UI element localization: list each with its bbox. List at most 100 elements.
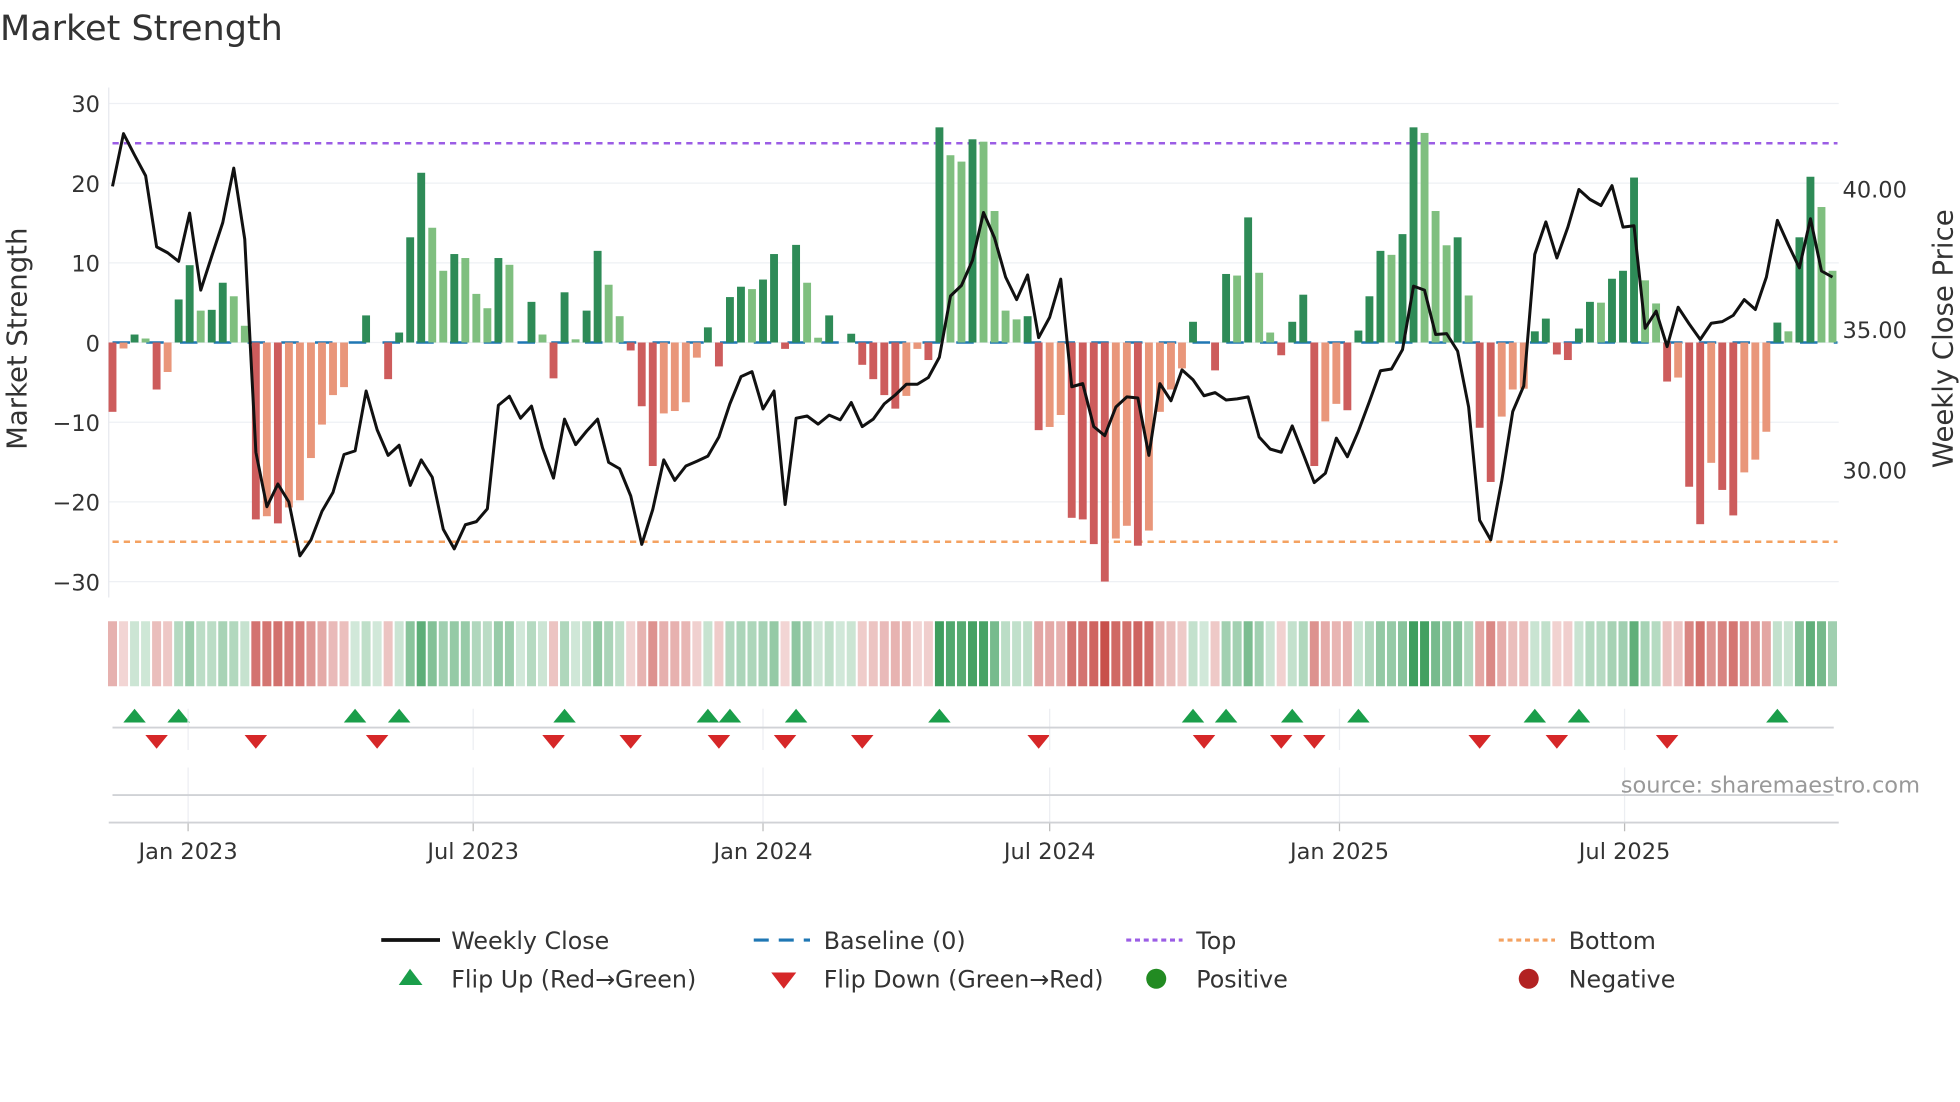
legend-item-positive: Positive	[1146, 966, 1288, 994]
strength-bar	[637, 342, 646, 407]
heat-cell	[934, 621, 944, 687]
heat-cell	[1761, 621, 1771, 687]
strength-bar	[1244, 217, 1253, 343]
strength-bar	[1608, 278, 1616, 343]
strength-bar	[218, 282, 227, 343]
strength-bar	[748, 289, 756, 343]
strength-bar	[505, 264, 514, 343]
strength-bar	[163, 342, 172, 372]
heat-cell	[218, 621, 228, 687]
strength-bar	[1685, 342, 1694, 487]
flip-up-marker	[718, 708, 742, 723]
heat-cell	[1320, 621, 1330, 687]
heat-cell	[890, 621, 900, 687]
strength-bar	[1442, 245, 1451, 343]
heat-cell	[1552, 621, 1562, 687]
strength-bar	[1806, 176, 1815, 343]
heat-cell	[1122, 621, 1132, 687]
heat-cell	[571, 621, 581, 687]
y2-tick-label: 40.00	[1843, 177, 1907, 203]
heat-cell	[1254, 621, 1264, 687]
heat-cell	[1089, 621, 1099, 687]
x-tick-label: Jul 2024	[1002, 839, 1096, 865]
heat-cell	[1442, 621, 1452, 687]
strength-bar	[957, 161, 966, 343]
heat-cell	[1453, 621, 1463, 687]
strength-bar	[692, 342, 701, 358]
strength-bar	[792, 244, 801, 343]
strength-bar	[329, 342, 337, 396]
heat-cell	[141, 621, 151, 687]
heat-cell	[549, 621, 559, 687]
strength-bar	[141, 338, 150, 343]
heat-cell	[1210, 621, 1220, 687]
heat-cell	[394, 621, 404, 687]
heat-cell	[1684, 621, 1694, 687]
flip-up-marker	[343, 708, 367, 723]
flip-up-marker	[1347, 708, 1370, 723]
strength-bar	[593, 250, 602, 343]
y-tick-label: 20	[71, 172, 100, 198]
strength-bar	[483, 308, 492, 343]
strength-bar	[494, 258, 503, 343]
strength-bar	[781, 342, 790, 349]
strength-bar	[1343, 342, 1352, 411]
heat-cell	[1607, 621, 1617, 687]
heat-cell	[526, 621, 536, 687]
strength-bar	[582, 310, 591, 343]
strength-bar	[1111, 342, 1120, 539]
x-tick-label: Jul 2025	[1577, 839, 1671, 865]
heat-cell	[1034, 621, 1044, 687]
heat-cell	[1431, 621, 1441, 687]
strength-bar	[1167, 342, 1175, 390]
flip-up-marker	[1523, 708, 1547, 723]
x-tick-label: Jan 2024	[711, 839, 812, 865]
legend-item-top: Top	[1126, 927, 1236, 955]
strength-bar	[307, 342, 315, 459]
strength-bar	[1475, 342, 1484, 428]
flip-down-marker	[145, 735, 168, 749]
strength-bar	[648, 342, 657, 467]
strength-bar	[428, 227, 437, 343]
strength-bar	[1420, 132, 1429, 343]
heat-cell	[174, 621, 184, 687]
strength-bar	[527, 301, 536, 343]
heat-cell	[956, 621, 966, 687]
strength-bar	[1674, 342, 1683, 378]
heat-cell	[1508, 621, 1518, 687]
strength-bar	[1255, 272, 1264, 343]
heat-cell	[1386, 621, 1396, 687]
heat-cell	[229, 621, 239, 687]
heat-cell	[427, 621, 437, 687]
strength-bar	[395, 332, 404, 343]
strength-bar	[1696, 342, 1705, 525]
heat-cell	[868, 621, 878, 687]
heat-cell	[912, 621, 922, 687]
heat-cell	[1497, 621, 1507, 687]
strength-bar	[174, 299, 183, 343]
strength-bar	[1453, 237, 1462, 343]
y-tick-label: 10	[71, 252, 100, 278]
x-tick-label: Jul 2023	[425, 839, 519, 865]
flip-down-marker	[1468, 735, 1491, 749]
chart-title: Market Strength	[0, 9, 283, 49]
strength-bar	[1530, 331, 1539, 343]
heat-cell	[681, 621, 691, 687]
heat-cell	[1166, 621, 1176, 687]
strength-bar	[1023, 316, 1032, 343]
strength-bar	[847, 333, 856, 343]
legend-label: Flip Up (Red→Green)	[451, 966, 696, 994]
heat-cell	[152, 621, 162, 687]
heat-cell	[196, 621, 206, 687]
flip-up-marker	[1567, 708, 1591, 723]
heat-cell	[857, 621, 867, 687]
heat-cell	[1045, 621, 1055, 687]
strength-bar	[1585, 301, 1594, 343]
heat-cell	[1629, 621, 1639, 687]
y-tick-label: −30	[53, 570, 100, 596]
strength-bar	[1729, 342, 1738, 516]
strength-bar	[1233, 275, 1242, 343]
strength-bar	[295, 342, 304, 501]
strength-bar	[681, 342, 690, 403]
heat-cell	[538, 621, 547, 687]
